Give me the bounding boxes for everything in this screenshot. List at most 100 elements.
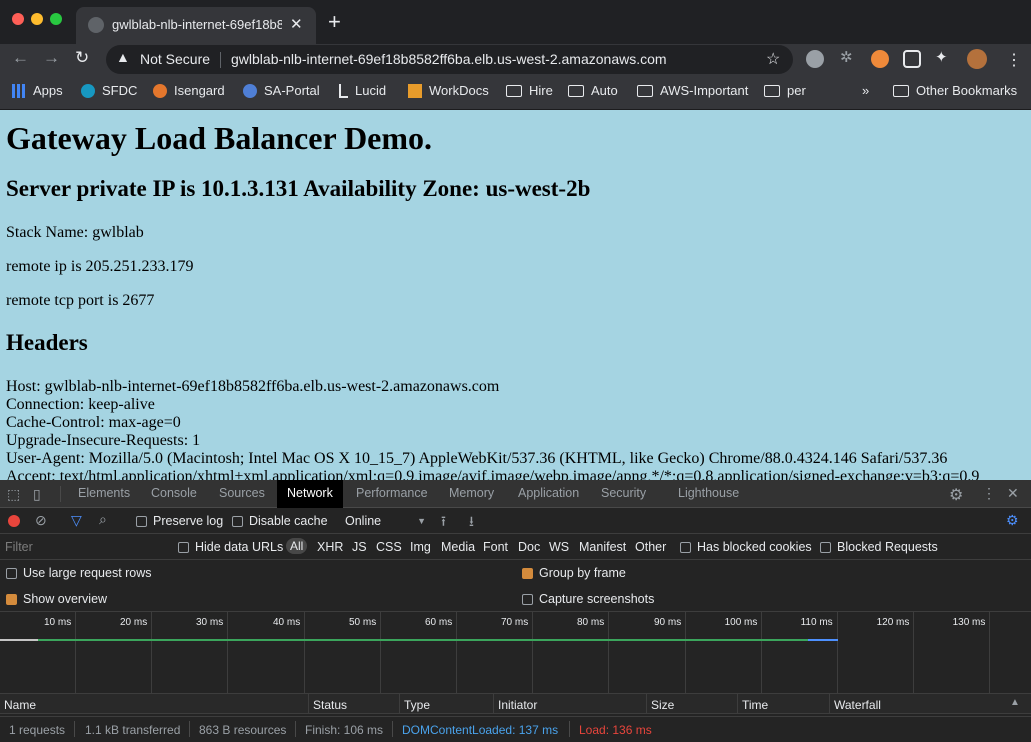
bookmark-per[interactable]: per (764, 83, 806, 98)
column-name[interactable]: Name (0, 694, 36, 714)
new-tab-button[interactable]: + (328, 10, 341, 34)
back-icon[interactable]: ← (12, 48, 29, 68)
column-type[interactable]: Type (399, 694, 430, 714)
remote-port-text: remote tcp port is 2677 (6, 292, 155, 309)
address-bar[interactable]: ▲ Not Secure gwlblab-nlb-internet-69ef18… (106, 45, 793, 74)
throttling-select[interactable]: Online ▼ (345, 514, 426, 528)
url-text[interactable]: gwlblab-nlb-internet-69ef18b8582ff6ba.el… (231, 51, 667, 67)
search-icon[interactable]: ⌕ (99, 511, 107, 528)
filter-input[interactable]: Filter (5, 540, 33, 554)
filter-type-media[interactable]: Media (441, 540, 475, 554)
clear-icon[interactable]: ⊘ (35, 512, 47, 529)
hide-data-urls-checkbox[interactable]: Hide data URLs (178, 540, 283, 554)
reload-icon[interactable]: ↻ (75, 48, 89, 68)
checkbox[interactable] (178, 541, 189, 553)
summary-resources: 863 B resources (199, 723, 287, 737)
bookmark-isengard[interactable]: Isengard (153, 83, 225, 98)
filter-type-other[interactable]: Other (635, 540, 666, 554)
filter-type-img[interactable]: Img (410, 540, 431, 554)
settings-gear-icon[interactable]: ⚙ (949, 485, 963, 505)
bookmarks-overflow-button[interactable]: » (862, 83, 869, 98)
bookmark-workdocs[interactable]: WorkDocs (408, 83, 489, 98)
tab-security[interactable]: Security (601, 486, 646, 500)
filter-type-js[interactable]: JS (352, 540, 367, 554)
tab-application[interactable]: Application (518, 486, 579, 500)
filter-type-css[interactable]: CSS (376, 540, 402, 554)
security-label[interactable]: Not Secure (140, 51, 210, 67)
checkbox[interactable] (820, 541, 831, 553)
filter-type-all[interactable]: All (286, 538, 308, 554)
minimize-window-button[interactable] (31, 13, 43, 25)
bookmark-label: AWS-Important (660, 83, 749, 98)
tab-elements[interactable]: Elements (78, 486, 130, 500)
column-initiator[interactable]: Initiator (493, 694, 537, 714)
bookmark-auto[interactable]: Auto (568, 83, 618, 98)
extension-icon[interactable] (806, 50, 824, 68)
bookmark-sa-portal[interactable]: SA-Portal (243, 83, 320, 98)
tab-lighthouse[interactable]: Lighthouse (678, 486, 739, 500)
preserve-log-checkbox[interactable]: Preserve log (136, 514, 223, 528)
device-toolbar-icon[interactable]: ▯ (33, 486, 41, 503)
bookmark-hire[interactable]: Hire (506, 83, 553, 98)
filter-type-manifest[interactable]: Manifest (579, 540, 626, 554)
record-icon[interactable] (8, 515, 20, 527)
network-overview-timeline[interactable]: 10 ms 20 ms 30 ms 40 ms 50 ms 60 ms 70 ms 80 ms… (0, 612, 1031, 694)
checkbox[interactable] (522, 593, 533, 605)
zoom-window-button[interactable] (50, 13, 62, 25)
menu-icon[interactable]: ⋮ (1006, 50, 1022, 70)
export-har-icon[interactable]: ⭳ (469, 511, 474, 535)
filter-type-xhr[interactable]: XHR (317, 540, 343, 554)
tab-sources[interactable]: Sources (219, 486, 265, 500)
browser-tab[interactable]: gwlblab-nlb-internet-69ef18b8582ff6ba.el… (76, 7, 316, 44)
import-har-icon[interactable]: ⭱ (441, 511, 446, 535)
blocked-requests-checkbox[interactable]: Blocked Requests (820, 540, 938, 554)
filter-icon[interactable]: ▽ (71, 512, 82, 529)
star-icon[interactable]: ☆ (766, 49, 780, 69)
checkbox-label: Group by frame (539, 566, 626, 580)
checkbox-checked[interactable] (522, 567, 533, 579)
checkbox[interactable] (680, 541, 691, 553)
column-size[interactable]: Size (646, 694, 674, 714)
checkbox[interactable] (232, 515, 243, 527)
tab-title: gwlblab-nlb-internet-69ef18b8582ff6ba.el… (112, 17, 282, 32)
checkbox-checked[interactable] (6, 593, 17, 605)
filter-type-ws[interactable]: WS (549, 540, 569, 554)
filter-bar: Filter Hide data URLs All XHR JS CSS Img… (0, 534, 1031, 560)
has-blocked-cookies-checkbox[interactable]: Has blocked cookies (680, 540, 812, 554)
avatar[interactable] (967, 49, 987, 69)
sort-ascending-icon[interactable]: ▲ (1010, 697, 1020, 708)
checkbox[interactable] (136, 515, 147, 527)
disable-cache-checkbox[interactable]: Disable cache (232, 514, 328, 528)
filter-type-font[interactable]: Font (483, 540, 508, 554)
show-overview-checkbox[interactable]: Show overview (6, 592, 107, 606)
bookmark-apps[interactable]: Apps (12, 83, 63, 98)
column-waterfall[interactable]: Waterfall (829, 694, 881, 714)
use-large-request-rows-checkbox[interactable]: Use large request rows (6, 566, 152, 580)
close-devtools-icon[interactable]: ✕ (1007, 485, 1019, 502)
bookmark-aws-important[interactable]: AWS-Important (637, 83, 748, 98)
column-time[interactable]: Time (737, 694, 768, 714)
puzzle-icon[interactable]: ✦ (935, 48, 953, 66)
gear-extension-icon[interactable]: ✲ (840, 48, 858, 66)
bookmark-other-bookmarks[interactable]: Other Bookmarks (893, 83, 1017, 98)
checkbox[interactable] (6, 567, 17, 579)
forward-icon[interactable]: → (43, 48, 60, 68)
column-status[interactable]: Status (308, 694, 347, 714)
close-tab-icon[interactable]: ✕ (290, 15, 303, 33)
group-by-frame-checkbox[interactable]: Group by frame (522, 566, 626, 580)
tab-network[interactable]: Network (277, 480, 343, 508)
cloud-extension-icon[interactable] (871, 50, 889, 68)
tab-memory[interactable]: Memory (449, 486, 494, 500)
tab-console[interactable]: Console (151, 486, 197, 500)
network-settings-icon[interactable]: ⚙ (1006, 512, 1019, 529)
salesforce-icon (81, 83, 95, 98)
glasses-extension-icon[interactable] (903, 50, 921, 68)
bookmark-sfdc[interactable]: SFDC (81, 83, 137, 98)
more-options-icon[interactable]: ⋮ (982, 485, 996, 502)
tab-performance[interactable]: Performance (356, 486, 428, 500)
inspect-element-icon[interactable]: ⬚ (7, 486, 20, 503)
filter-type-doc[interactable]: Doc (518, 540, 540, 554)
bookmark-lucid[interactable]: Lucid (339, 83, 386, 98)
capture-screenshots-checkbox[interactable]: Capture screenshots (522, 592, 654, 606)
close-window-button[interactable] (12, 13, 24, 25)
